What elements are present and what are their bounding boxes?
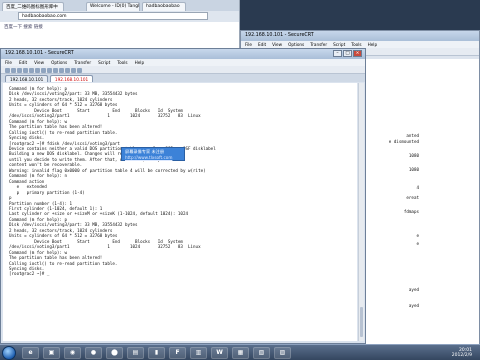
copy-icon[interactable] xyxy=(34,67,40,73)
paste-icon[interactable] xyxy=(40,67,46,73)
minimize-icon[interactable]: – xyxy=(333,50,342,57)
menu-file[interactable]: File xyxy=(245,42,252,47)
window-controls: – □ × xyxy=(332,50,362,57)
disconnect-icon[interactable] xyxy=(28,67,34,73)
taskbar-app-icon[interactable]: ▤ xyxy=(127,347,144,359)
session-tabbar: 192.168.10.101 192.168.10.101 xyxy=(1,74,365,82)
securecrt-window[interactable]: 192.168.10.101 - SecureCRT – □ × File Edi… xyxy=(0,48,366,344)
window-titlebar: 192.168.10.101 - SecureCRT – □ × xyxy=(1,49,365,59)
browser-tab[interactable]: Welcome - ID(0) Tangle xyxy=(86,2,140,11)
window-title: 192.168.10.101 - SecureCRT xyxy=(241,31,479,41)
toolbar xyxy=(1,66,365,74)
menu-script[interactable]: Script xyxy=(333,42,345,47)
maximize-icon[interactable]: □ xyxy=(343,50,352,57)
terminal-fragment: anted xyxy=(406,133,419,138)
terminal-fragment: fdmaps xyxy=(403,209,419,214)
taskbar-app-icon[interactable]: ● xyxy=(85,347,102,359)
menu-transfer[interactable]: Transfer xyxy=(74,60,91,65)
terminal-fragment: ayed xyxy=(408,303,419,308)
menu-file[interactable]: File xyxy=(5,60,12,65)
terminal-fragment: ayed xyxy=(408,287,419,292)
browser-tab[interactable]: hadbaobaobao xyxy=(142,2,186,11)
terminal-fragment: 1080 xyxy=(408,153,419,158)
terminal-fragment: e dismounted xyxy=(388,139,419,144)
terminal-fragment: 1080 xyxy=(408,167,419,172)
scrollbar-thumb[interactable] xyxy=(360,307,363,337)
recorder-link[interactable]: http://www.tlxsoft.com xyxy=(125,155,181,161)
connect-icon[interactable] xyxy=(4,67,10,73)
print-icon[interactable] xyxy=(52,67,58,73)
help-icon[interactable] xyxy=(76,67,82,73)
menu-tools[interactable]: Tools xyxy=(351,42,361,47)
taskbar-app-icon[interactable]: ▨ xyxy=(274,347,291,359)
bookmarks-bar[interactable]: 百度一下 搜索 链接 xyxy=(4,24,43,30)
taskbar-app-icon[interactable]: ▥ xyxy=(190,347,207,359)
menu-tools[interactable]: Tools xyxy=(117,60,127,65)
menu-transfer[interactable]: Transfer xyxy=(310,42,327,47)
terminal-line: [root@rac2 ~]# _ xyxy=(9,271,50,277)
start-button[interactable] xyxy=(2,346,16,360)
menu-view[interactable]: View xyxy=(34,60,44,65)
taskbar: e ▣ ◉ ● ⬤ ▤ ▮ F ▥ W ▦ ▧ ▨ 20:01 2012/2/9 xyxy=(0,344,480,360)
connect-tab-icon[interactable] xyxy=(16,67,22,73)
recorder-watermark: 屏幕录像专家 未注册 http://www.tlxsoft.com xyxy=(121,147,185,161)
menu-help[interactable]: Help xyxy=(135,60,145,65)
session-tab[interactable]: 192.168.10.101 xyxy=(5,75,49,82)
menu-options[interactable]: Options xyxy=(288,42,304,47)
clock-date: 2012/2/9 xyxy=(451,353,472,358)
taskbar-app-icon[interactable]: ▣ xyxy=(43,347,60,359)
menu-bar: File Edit View Options Transfer Script Tools He… xyxy=(1,59,365,66)
quick-connect-icon[interactable] xyxy=(10,67,16,73)
terminal-output[interactable]: Command (m for help): p Disk /dev/iscsi/v… xyxy=(3,83,357,341)
menu-help[interactable]: Help xyxy=(368,42,378,47)
menu-edit[interactable]: Edit xyxy=(258,42,266,47)
window-title: 192.168.10.101 - SecureCRT xyxy=(5,51,74,56)
terminal-fragment: e xyxy=(416,233,419,238)
menu-view[interactable]: View xyxy=(272,42,282,47)
browser-tab[interactable]: 百度_二维码图标图形库中 xyxy=(2,2,64,11)
terminal-scrollbar[interactable] xyxy=(358,83,364,341)
terminal-fragment: ereat xyxy=(406,195,419,200)
reconnect-icon[interactable] xyxy=(22,67,28,73)
keymap-icon[interactable] xyxy=(70,67,76,73)
session-tab-active[interactable]: 192.168.10.101 xyxy=(49,75,94,82)
terminal-fragment: e xyxy=(416,241,419,246)
taskbar-app-icon[interactable]: e xyxy=(22,347,39,359)
menu-edit[interactable]: Edit xyxy=(19,60,27,65)
find-icon[interactable] xyxy=(46,67,52,73)
taskbar-app-icon[interactable]: ▦ xyxy=(232,347,249,359)
taskbar-app-icon[interactable]: ▮ xyxy=(148,347,165,359)
menu-script[interactable]: Script xyxy=(98,60,110,65)
taskbar-app-icon[interactable]: ▧ xyxy=(253,347,270,359)
taskbar-app-icon[interactable]: ◉ xyxy=(64,347,81,359)
browser-tabbar: 百度_二维码图标图形库中 Welcome - ID(0) Tangle hadb… xyxy=(0,0,239,11)
taskbar-app-icon[interactable]: W xyxy=(211,347,228,359)
address-bar[interactable]: hadbaobaobao.com xyxy=(18,12,208,20)
settings-icon[interactable] xyxy=(58,67,64,73)
clock[interactable]: 20:01 2012/2/9 xyxy=(452,348,472,358)
system-tray: 20:01 2012/2/9 xyxy=(418,346,478,360)
taskbar-app-icon[interactable]: F xyxy=(169,347,186,359)
sftp-icon[interactable] xyxy=(64,67,70,73)
menu-options[interactable]: Options xyxy=(51,60,67,65)
close-icon[interactable]: × xyxy=(353,50,362,57)
taskbar-app-icon[interactable]: ⬤ xyxy=(106,347,123,359)
menu-bar: File Edit View Options Transfer Script Tools He… xyxy=(241,41,479,48)
terminal-fragment: 4 xyxy=(416,185,419,190)
